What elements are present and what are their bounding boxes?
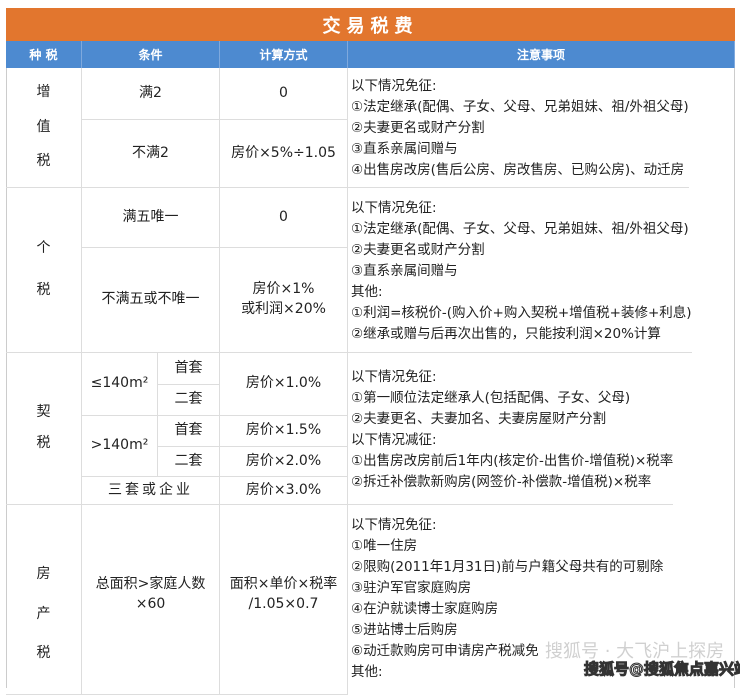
tax-name-char: 个 [36,240,51,257]
tax-name-property: 房产税 [6,505,82,695]
calc-line: /1.05×0.7 [248,595,319,612]
deed-second-home: 二套 [158,385,220,416]
note-line: ②夫妻更名或财产分割 [351,242,485,258]
vat-condition: 不满2 [82,120,220,188]
tax-name-deed: 契税 [6,353,82,505]
tax-name-char: 产 [36,605,51,622]
tax-name-char: 值 [36,118,51,135]
header-calculation: 计算方式 [220,41,348,68]
tax-name-char: 契 [36,404,51,421]
note-line: 以下情况免征: [351,78,437,94]
table-title: 交易税费 [6,8,735,41]
deed-first-home: 首套 [158,353,220,385]
note-line: ①法定继承(配偶、子女、父母、兄弟姐妹、祖/外祖父母) [351,99,689,115]
note-line: ①第一顺位法定继承人(包括配偶、子女、父母) [351,390,631,406]
note-line: ①出售房改房前后1年内(核定价-出售价-增值税)×税率 [351,453,674,469]
tax-name-char: 房 [36,566,51,583]
note-line: ②夫妻更名或财产分割 [351,120,485,136]
condition-line: 总面积>家庭人数 [95,575,206,592]
note-line: ②限购(2011年1月31日)前与户籍父母共有的可剔除 [351,559,664,575]
deed-calc: 房价×1.5% [220,416,348,447]
deed-first-home: 首套 [158,416,220,447]
vat-calc: 房价×5%÷1.05 [220,120,348,188]
note-line: ②夫妻更名、夫妻加名、夫妻房屋财产分割 [351,411,607,427]
tax-name-char: 税 [36,153,51,170]
deed-area-large: >140m² [82,416,158,477]
vat-notes: 以下情况免征: ①法定继承(配偶、子女、父母、兄弟姐妹、祖/外祖父母) ②夫妻更名或… [348,72,689,188]
header-condition: 条件 [82,41,220,68]
tax-name-char: 税 [36,282,51,299]
deed-calc: 房价×2.0% [220,447,348,477]
condition-line: ×60 [135,595,166,612]
property-calc: 面积×单价×税率/1.05×0.7 [220,505,348,695]
note-line: ③直系亲属间赠与 [351,263,458,279]
deed-third-or-enterprise: 三套或企业 [82,477,220,505]
note-line: 其他: [351,284,383,300]
iit-condition: 不满五或不唯一 [82,248,220,353]
tax-name-vat: 增值税 [6,68,82,188]
header-notes: 注意事项 [348,41,735,68]
note-line: ④在沪就读博士家庭购房 [351,601,499,617]
note-line: 以下情况免征: [351,517,437,533]
calc-line: 房价×1% [252,281,315,298]
note-line: 以下情况免征: [351,369,437,385]
deed-notes: 以下情况免征: ①第一顺位法定继承人(包括配偶、子女、父母) ②夫妻更名、夫妻加名、… [348,353,674,505]
note-line: ①利润=核税价-(购入价+购入契税+增值税+装修+利息) [351,305,692,321]
header-tax-type: 种 税 [6,41,82,68]
note-line: ②拆迁补偿款新购房(网签价-补偿款-增值税)×税率 [351,474,652,490]
tax-name-char: 增 [36,84,51,101]
property-condition: 总面积>家庭人数 ×60 [82,505,220,695]
note-line: ④出售房改房(售后公房、房改售房、已购公房)、动迁房 [351,162,685,178]
vat-calc: 0 [220,68,348,120]
deed-second-home: 二套 [158,447,220,477]
calc-line: 面积×单价×税率 [229,575,338,592]
note-line: ②继承或赠与后再次出售的，只能按利润×20%计算 [351,326,661,342]
deed-calc: 房价×3.0% [220,477,348,505]
note-line: 以下情况免征: [351,200,437,216]
iit-notes: 以下情况免征: ①法定继承(配偶、子女、父母、兄弟姐妹、祖/外祖父母) ②夫妻更名或… [348,188,692,353]
vat-condition: 满2 [82,68,220,120]
calc-line: 或利润×20% [241,301,326,317]
note-line: ③驻沪军官家庭购房 [351,580,472,596]
tax-name-iit: 个税 [6,188,82,353]
note-line: ①唯一住房 [351,538,418,554]
tax-name-char: 税 [36,645,51,662]
watermark-main: 搜狐号@搜狐焦点嘉兴站 [583,660,740,679]
tax-name-char: 税 [36,434,51,451]
deed-area-small: ≤140m² [82,353,158,416]
note-line: ①法定继承(配偶、子女、父母、兄弟姐妹、祖/外祖父母) [351,221,689,237]
note-line: 以下情况减征: [351,432,437,448]
iit-condition: 满五唯一 [82,188,220,248]
iit-calc: 0 [220,188,348,248]
iit-calc: 房价×1% 或利润×20% [220,248,348,353]
note-line: ③直系亲属间赠与 [351,141,458,157]
deed-calc: 房价×1.0% [220,353,348,416]
